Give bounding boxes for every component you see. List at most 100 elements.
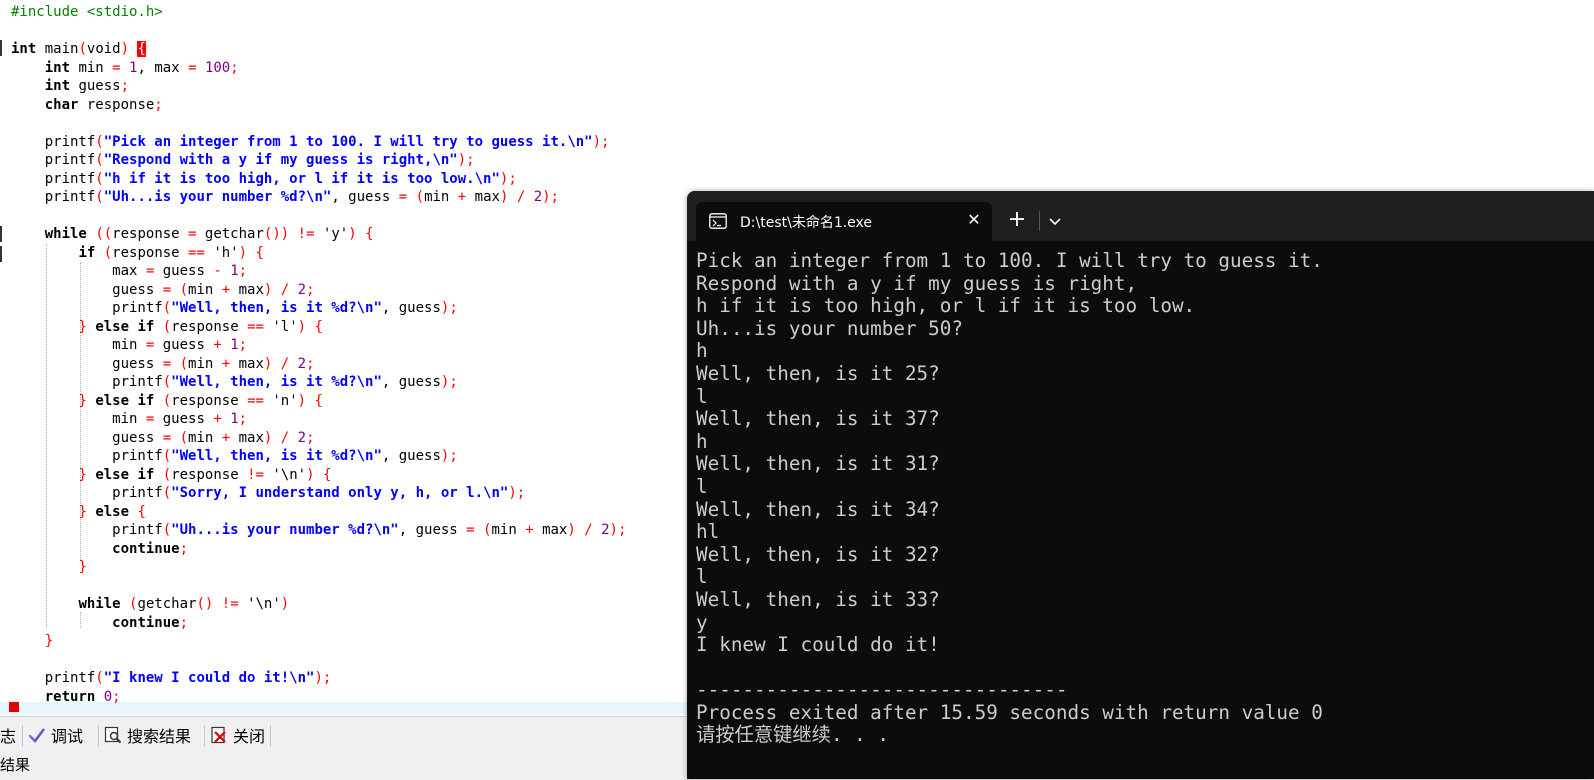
tab-search-results[interactable]: 搜索结果 <box>104 721 191 749</box>
code-line[interactable] <box>11 651 626 670</box>
code-line[interactable]: printf("h if it is too high, or l if it … <box>11 170 626 189</box>
code-line[interactable] <box>11 22 626 41</box>
code-token: 100 <box>204 59 231 76</box>
code-line[interactable]: guess = (min + max) / 2; <box>11 355 626 374</box>
new-tab-button[interactable]: + <box>1005 209 1029 233</box>
code-line[interactable]: printf("Sorry, I understand only y, h, o… <box>11 484 626 503</box>
terminal-line: h if it is too high, or l if it is too l… <box>696 294 1196 318</box>
code-line[interactable]: } else { <box>11 503 626 522</box>
terminal-line: Respond with a y if my guess is right, <box>696 271 1138 295</box>
terminal-titlebar: D:\test\未命名1.exe ✕ + <box>687 191 1594 241</box>
code-token: "Well, then, is it %d?\n" <box>171 300 382 316</box>
tab-separator <box>204 725 205 747</box>
code-token: response <box>171 392 248 409</box>
code-token: ; <box>306 281 315 298</box>
tab-close[interactable]: 关闭 <box>210 721 265 749</box>
code-line[interactable]: guess = (min + max) / 2; <box>11 281 626 300</box>
close-icon[interactable]: ✕ <box>964 210 984 230</box>
code-line[interactable]: char response; <box>11 96 626 115</box>
code-line[interactable]: if (response == 'h') { <box>11 244 626 263</box>
code-token: printf <box>11 300 163 316</box>
tab-log[interactable]: 志 <box>0 721 16 749</box>
code-token: guess <box>11 429 163 446</box>
code-token: printf <box>11 374 163 390</box>
code-token: ; <box>306 429 315 446</box>
code-token: ); <box>592 133 610 150</box>
code-token: "Well, then, is it %d?\n" <box>171 448 382 464</box>
code-token: / <box>280 281 290 298</box>
code-token: + <box>213 337 222 353</box>
code-line[interactable]: int min = 1, max = 100; <box>11 59 626 78</box>
code-token: while <box>78 596 121 612</box>
code-line[interactable]: int guess; <box>11 77 626 96</box>
code-line[interactable] <box>11 577 626 596</box>
code-token: printf <box>11 170 96 187</box>
tab-debug[interactable]: 调试 <box>28 721 83 749</box>
code-line[interactable]: while ((response = getchar()) != 'y') { <box>11 225 626 244</box>
code-token: / <box>516 189 526 205</box>
code-token: ; <box>154 96 163 113</box>
code-line[interactable]: } else if (response != '\n') { <box>11 466 626 485</box>
code-token: max <box>533 522 568 538</box>
code-line[interactable]: #include <stdio.h> <box>11 3 626 22</box>
code-line[interactable]: printf("I knew I could do it!\n"); <box>11 669 626 688</box>
code-token: max <box>11 263 146 279</box>
code-token: '\n' <box>238 596 281 612</box>
code-token: = <box>162 281 172 298</box>
code-line[interactable]: int main(void) { <box>11 40 626 59</box>
code-line[interactable]: } else if (response == 'l') { <box>11 318 626 337</box>
code-token: != <box>221 596 239 612</box>
code-line[interactable]: min = guess + 1; <box>11 336 626 355</box>
code-line[interactable]: guess = (min + max) / 2; <box>11 429 626 448</box>
code-line[interactable]: max = guess - 1; <box>11 262 626 281</box>
fold-marker[interactable] <box>0 226 2 242</box>
code-line[interactable]: printf("Pick an integer from 1 to 100. I… <box>11 133 626 152</box>
code-line[interactable]: printf("Well, then, is it %d?\n", guess)… <box>11 299 626 318</box>
code-line[interactable]: printf("Respond with a y if my guess is … <box>11 151 626 170</box>
code-token: ; <box>179 540 189 557</box>
code-token: { <box>255 244 264 261</box>
code-token: ; <box>238 263 248 279</box>
chevron-down-icon[interactable] <box>1045 209 1065 233</box>
code-line[interactable]: min = guess + 1; <box>11 410 626 429</box>
code-line[interactable]: printf("Uh...is your number %d?\n", gues… <box>11 188 626 207</box>
code-token: guess <box>154 411 214 427</box>
fold-marker[interactable] <box>0 40 2 56</box>
code-line[interactable]: } else if (response == 'n') { <box>11 392 626 411</box>
code-token: "Pick an integer from 1 to 100. I will t… <box>103 133 593 150</box>
code-token: while <box>44 226 87 242</box>
code-token: continue <box>112 614 180 631</box>
code-token: max <box>230 355 264 372</box>
terminal-tab[interactable]: D:\test\未命名1.exe ✕ <box>696 202 992 241</box>
code-line[interactable] <box>11 207 626 226</box>
code-line[interactable]: continue; <box>11 540 626 559</box>
terminal-window[interactable]: D:\test\未命名1.exe ✕ + Pick an integer fro… <box>687 191 1594 779</box>
code-token: char <box>44 96 79 113</box>
code-token: ); <box>440 448 458 464</box>
fold-marker[interactable] <box>0 246 2 262</box>
code-line[interactable]: } <box>11 558 626 577</box>
code-line[interactable]: } <box>11 632 626 651</box>
code-line[interactable]: while (getchar() != '\n') <box>11 595 626 614</box>
close-doc-icon <box>211 726 226 744</box>
code-line[interactable] <box>11 114 626 133</box>
terminal-line: Well, then, is it 31? <box>696 452 940 476</box>
code-token: ( <box>162 318 172 335</box>
terminal-line: h <box>696 339 708 363</box>
code-token: return <box>44 688 96 705</box>
code-line[interactable]: printf("Well, then, is it %d?\n", guess)… <box>11 447 626 466</box>
code-line[interactable]: printf("Uh...is your number %d?\n", gues… <box>11 521 626 540</box>
code-line[interactable]: return 0; <box>11 688 626 707</box>
terminal-output[interactable]: Pick an integer from 1 to 100. I will tr… <box>696 249 1323 747</box>
code-line[interactable]: continue; <box>11 614 626 633</box>
source-code[interactable]: #include <stdio.h> int main(void) { int … <box>11 3 626 706</box>
code-line[interactable]: printf("Well, then, is it %d?\n", guess)… <box>11 373 626 392</box>
